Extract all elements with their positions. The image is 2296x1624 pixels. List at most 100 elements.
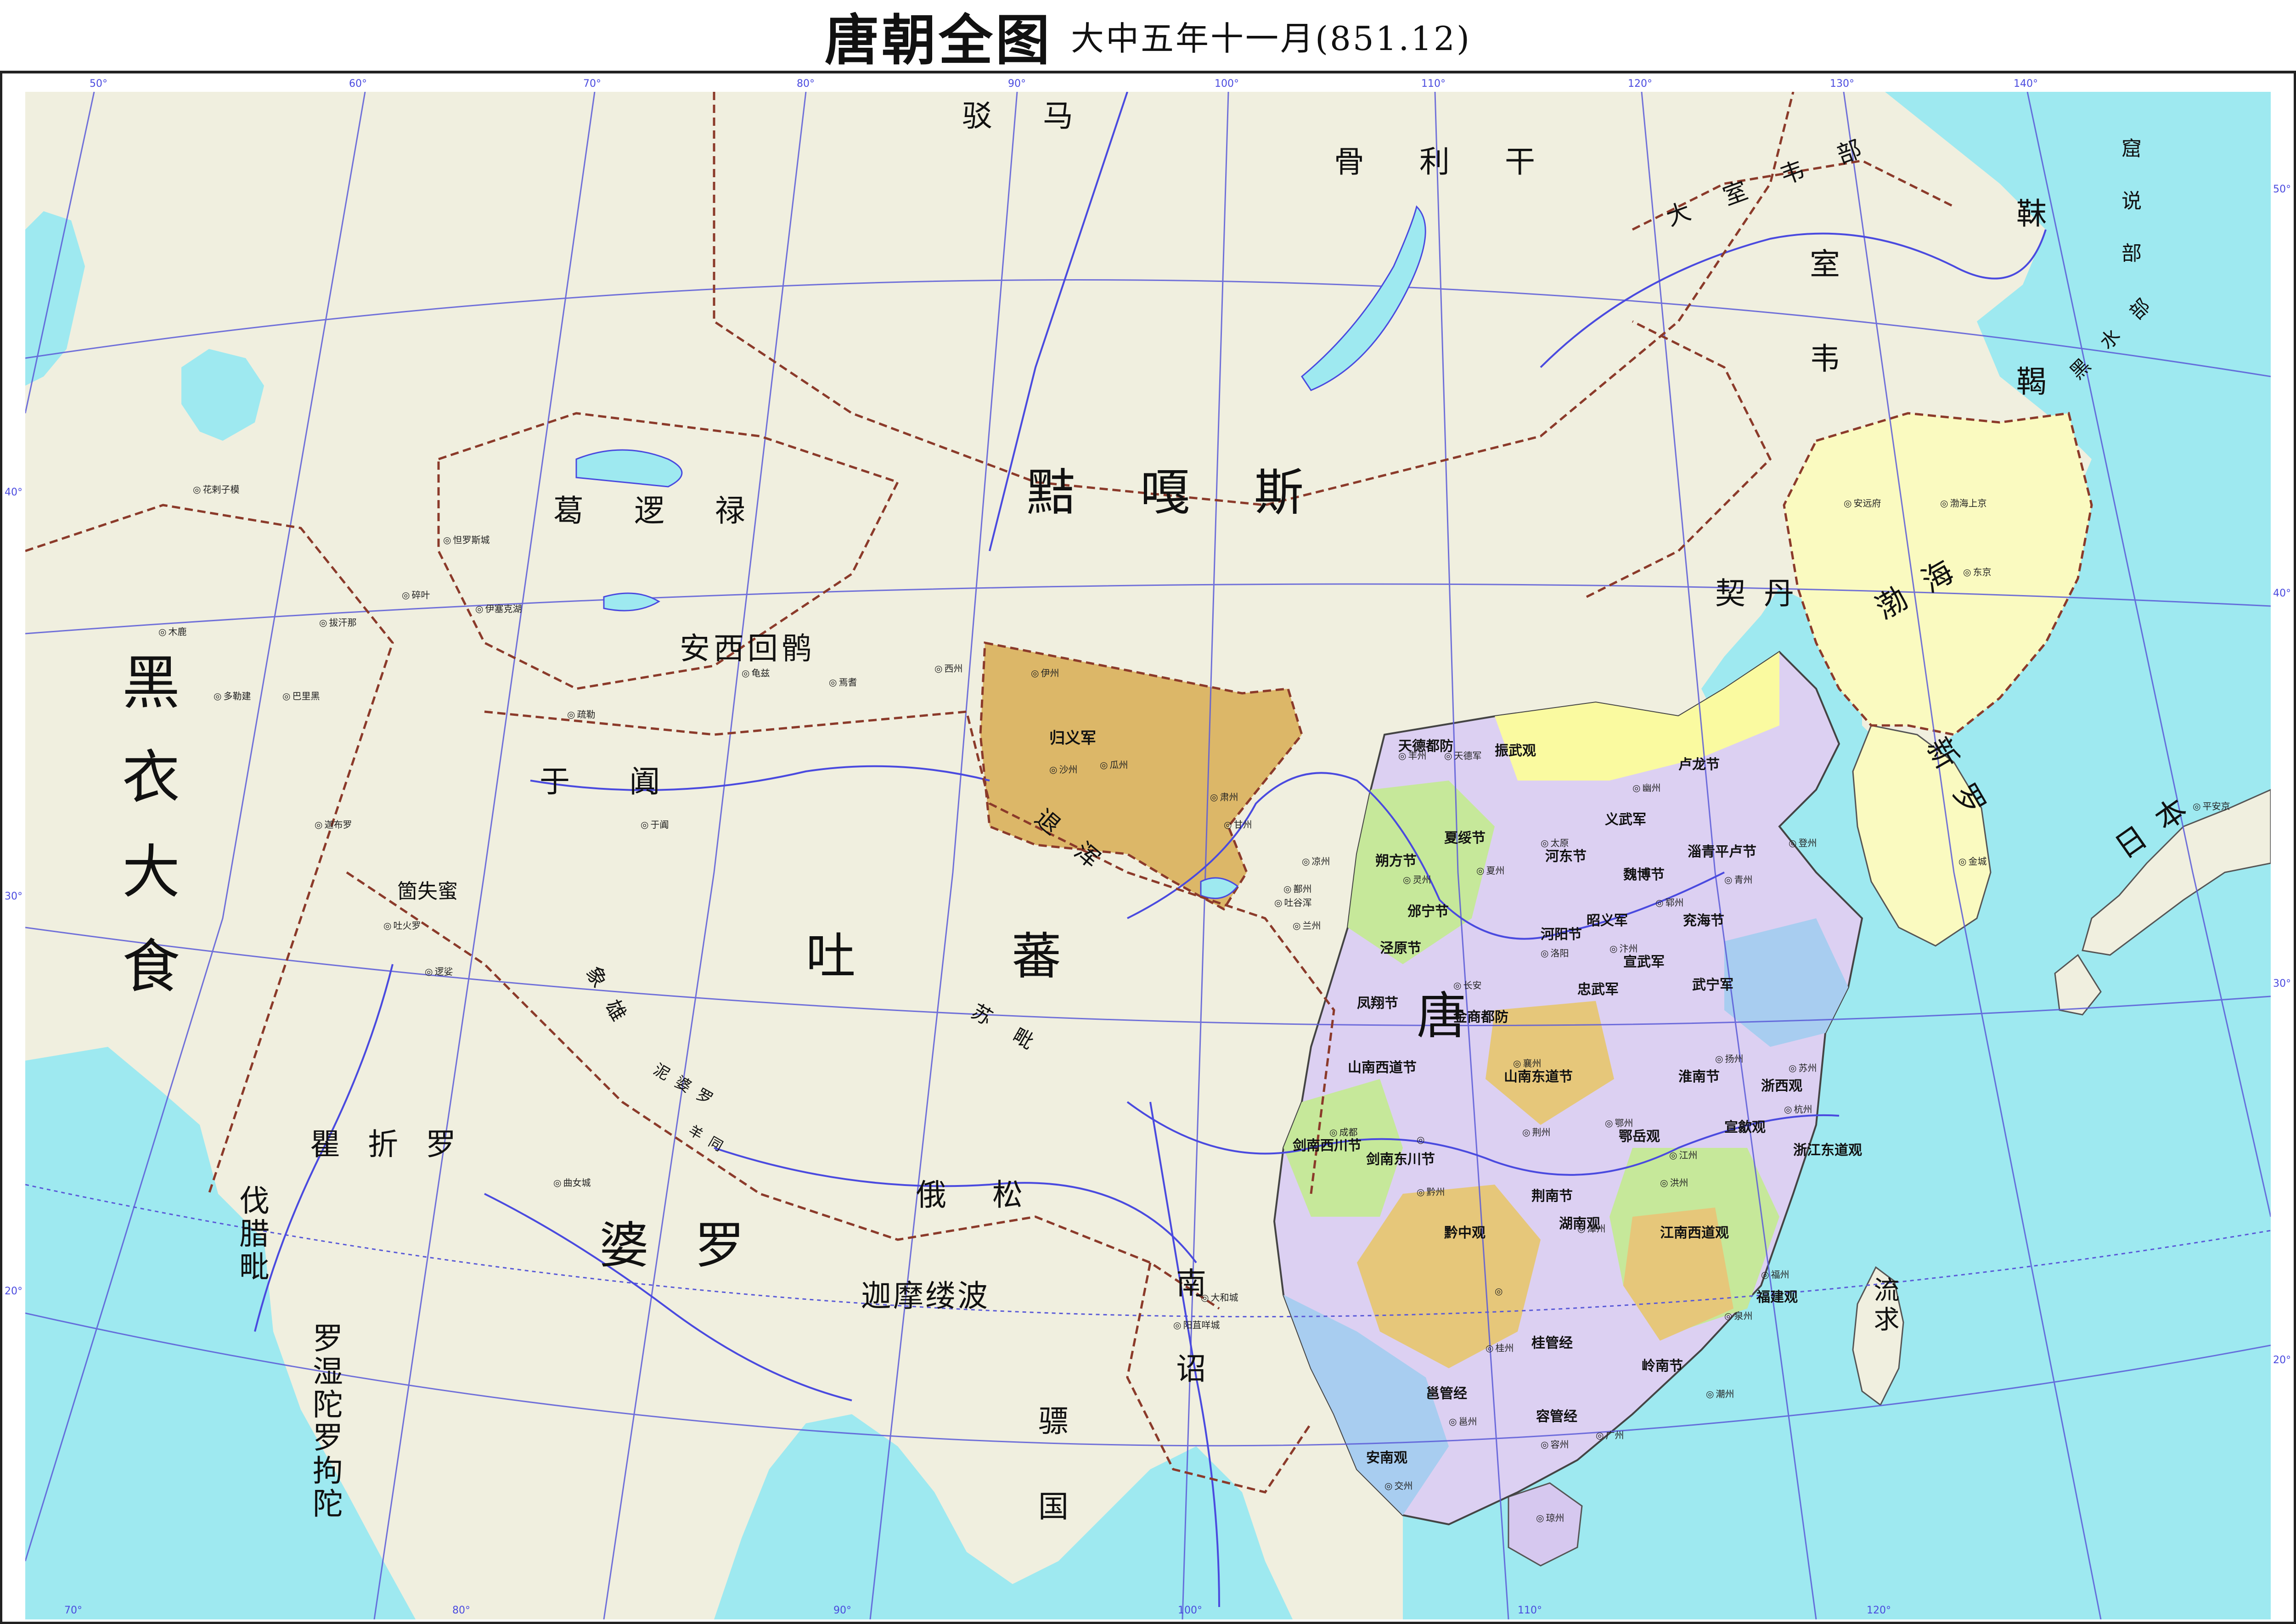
city-label: 鄂州 <box>1605 1116 1633 1129</box>
city-label: 洛阳 <box>1541 946 1569 959</box>
city-label: 多勒建 <box>214 689 251 702</box>
region-label-kurikan: 骨利干 <box>1334 144 1590 180</box>
city-label: 安远府 <box>1844 496 1881 509</box>
city-label: 邕州 <box>1449 1414 1477 1427</box>
city-label: 荆州 <box>1522 1125 1550 1138</box>
city-label: 夏州 <box>1476 863 1504 877</box>
city-label: 花剌子模 <box>193 482 239 495</box>
city-label: 焉耆 <box>829 675 857 688</box>
city-label <box>1417 1134 1426 1145</box>
region-label-tibet: 吐蕃 <box>806 928 1218 985</box>
city-label: 潭州 <box>1577 1221 1605 1235</box>
city-label: 黔州 <box>1417 1185 1445 1198</box>
city-label: 襄州 <box>1513 1056 1541 1069</box>
lon-label-top: 70° <box>583 78 601 90</box>
city-label: 兰州 <box>1293 918 1321 932</box>
lat-label-right: 20° <box>2273 1354 2291 1366</box>
province-label: 金商都防 <box>1453 1009 1508 1025</box>
city-label: 迦布罗 <box>315 817 352 831</box>
lat-label-left: 30° <box>5 891 23 902</box>
city-label: 东京 <box>1963 565 1991 578</box>
city-label: 成都 <box>1329 1125 1357 1138</box>
city-label: 洪州 <box>1660 1175 1688 1189</box>
province-label: 剑南东川节 <box>1366 1152 1435 1168</box>
city-label: 拔汗那 <box>319 615 356 629</box>
city-label: 登州 <box>1789 836 1817 849</box>
province-label: 昭义军 <box>1587 913 1628 929</box>
province-label: 山南西道节 <box>1348 1060 1417 1076</box>
lon-label-top: 120° <box>1628 78 1652 90</box>
province-label: 浙江东道观 <box>1793 1142 1862 1158</box>
lon-label-top: 100° <box>1215 78 1239 90</box>
region-label-kushuo: 窟说部 <box>2118 138 2141 295</box>
province-label: 桂管经 <box>1531 1335 1573 1351</box>
province-label: 淄青平卢节 <box>1688 844 1756 860</box>
lat-label-right: 30° <box>2273 978 2291 989</box>
city-label: 琼州 <box>1536 1511 1564 1524</box>
region-label-kamarupa: 迦摩缕波 <box>861 1278 990 1314</box>
city-label: 天德军 <box>1444 748 1481 762</box>
city-label: 江州 <box>1669 1148 1697 1161</box>
city-label: 吐谷浑 <box>1274 895 1311 909</box>
city-label: 大和城 <box>1201 1290 1238 1304</box>
province-label: 河阳节 <box>1541 927 1582 943</box>
province-label: 淮南节 <box>1678 1069 1720 1085</box>
city-label: 郓州 <box>1655 895 1683 909</box>
region-label-khitan: 契丹 <box>1715 576 1812 611</box>
region-label-karluk: 葛逻禄 <box>553 493 796 528</box>
city-label: 阳苴咩城 <box>1173 1318 1220 1331</box>
province-label: 魏博节 <box>1623 867 1665 883</box>
region-label-esong: 俄松 <box>916 1177 1069 1213</box>
province-label: 容管经 <box>1536 1409 1577 1425</box>
region-label-nanzhao: 南诏 <box>1171 1267 1206 1438</box>
region-label-anxi-uyghur: 安西回鹘 <box>680 631 816 666</box>
city-label <box>1495 1286 1504 1297</box>
city-label: 怛罗斯城 <box>443 533 490 546</box>
lon-label-bottom: 100° <box>1178 1605 1202 1616</box>
city-label: 丰州 <box>1398 748 1426 762</box>
region-label-shiwei: 室韦 <box>1805 248 1840 437</box>
lon-label-bottom: 110° <box>1518 1605 1542 1616</box>
city-label: 汴州 <box>1609 941 1638 955</box>
city-label: 青州 <box>1724 872 1752 886</box>
region-label-boma: 驳马 <box>962 98 1124 134</box>
province-label: 江南西道观 <box>1660 1225 1729 1241</box>
city-label: 太原 <box>1541 836 1569 849</box>
lat-label-right: 50° <box>2273 184 2291 195</box>
lon-label-bottom: 70° <box>64 1605 82 1616</box>
city-label: 曲女城 <box>553 1175 591 1189</box>
city-label: 潮州 <box>1706 1387 1734 1400</box>
city-label: 金城 <box>1958 854 1986 867</box>
map-subtitle: 大中五年十一月(851.12) <box>1070 19 1472 58</box>
province-label: 朔方节 <box>1375 853 1417 869</box>
city-label: 伊塞克湖 <box>475 601 522 615</box>
lon-label-top: 50° <box>90 78 107 90</box>
lon-label-bottom: 80° <box>452 1605 470 1616</box>
city-label: 肃州 <box>1210 790 1238 803</box>
city-label: 鄯州 <box>1283 882 1311 895</box>
region-label-valabhi: 伐腊毗 <box>234 1185 270 1284</box>
city-label: 长安 <box>1453 978 1481 991</box>
lon-label-top: 130° <box>1830 78 1854 90</box>
lon-label-top: 80° <box>797 78 815 90</box>
province-label: 宣歙观 <box>1724 1119 1766 1135</box>
region-label-kashmir: 箇失蜜 <box>397 880 458 903</box>
title-bar: 唐朝全图 大中五年十一月(851.12) <box>0 0 2296 73</box>
city-label: 碎叶 <box>402 588 430 601</box>
city-label: 交州 <box>1384 1478 1412 1492</box>
region-label-pala: 婆罗 <box>599 1217 791 1275</box>
city-label: 平安京 <box>2193 799 2230 812</box>
city-label: 逻娑 <box>425 964 453 978</box>
province-label: 黔中观 <box>1444 1225 1486 1241</box>
lon-label-top: 110° <box>1421 78 1446 90</box>
city-label: 于阗 <box>641 817 669 831</box>
city-label: 广州 <box>1596 1428 1624 1441</box>
region-label-gurjara: 瞿折罗 <box>310 1127 484 1162</box>
city-label: 伊州 <box>1031 666 1059 679</box>
city-label: 巴里黑 <box>282 689 320 702</box>
province-label: 福建观 <box>1756 1289 1798 1305</box>
lat-label-right: 40° <box>2273 588 2291 599</box>
city-label: 甘州 <box>1224 817 1252 831</box>
city-label: 木鹿 <box>158 624 186 638</box>
province-label: 夏绥节 <box>1444 830 1486 846</box>
